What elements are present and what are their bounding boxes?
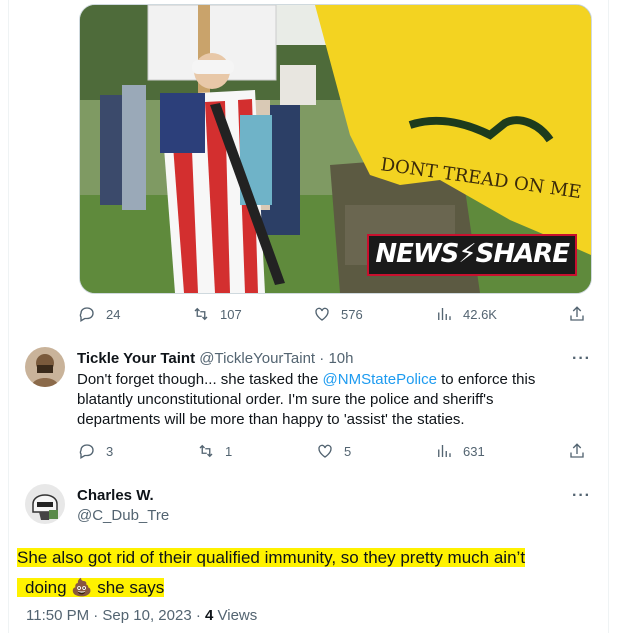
reply-icon: [79, 307, 94, 322]
reply-action-bar: 3 1 5 631: [78, 442, 588, 464]
share-icon: [570, 443, 584, 458]
author-handle[interactable]: @TickleYourTaint: [199, 350, 315, 367]
reply-header: Tickle Your Taint @TickleYourTaint · 10h: [77, 350, 353, 367]
analytics-icon: [438, 308, 451, 320]
author-name[interactable]: Charles W.: [77, 487, 154, 504]
retweet-count: 1: [225, 443, 233, 459]
reply-icon: [79, 444, 94, 459]
views-button[interactable]: 631: [435, 442, 485, 460]
avatar-image: [25, 347, 65, 387]
like-button[interactable]: 5: [316, 442, 351, 460]
share-icon: [570, 306, 584, 321]
reply-text-part1: Don't forget though... she tasked the: [77, 371, 323, 388]
dot-separator: ·: [319, 350, 325, 367]
author-handle[interactable]: @C_Dub_Tre: [77, 507, 169, 524]
tweet-text-word-doing: doing: [25, 578, 72, 597]
avatar-tickle[interactable]: [25, 347, 65, 387]
mention-link[interactable]: @NMStatePolice: [323, 371, 437, 388]
heart-icon: [315, 307, 329, 321]
like-button[interactable]: 576: [313, 305, 363, 323]
main-tweet-text: She also got rid of their qualified immu…: [17, 543, 577, 603]
retweet-button[interactable]: 1: [197, 442, 232, 460]
reply-button[interactable]: 24: [78, 305, 120, 323]
retweet-icon: [199, 444, 213, 458]
heart-icon: [318, 444, 332, 458]
share-button[interactable]: [568, 442, 586, 460]
more-options-button[interactable]: ···: [572, 487, 591, 505]
timestamp[interactable]: 10h: [328, 350, 353, 367]
tweet-media-image[interactable]: DONT TREAD ON ME NEWS⚡SHARE: [79, 4, 592, 294]
reply-button[interactable]: 3: [78, 442, 113, 460]
tweet-text-says: she says: [92, 578, 165, 597]
share-button[interactable]: [568, 305, 586, 323]
reply-text: Don't forget though... she tasked the @N…: [77, 370, 577, 430]
retweet-count: 107: [220, 306, 242, 322]
main-author-name-row: Charles W.: [77, 487, 154, 504]
views-count: 631: [463, 443, 485, 459]
more-options-button[interactable]: ···: [572, 350, 591, 368]
retweet-button[interactable]: 107: [192, 305, 242, 323]
tweet-metadata: 11:50 PM · Sep 10, 2023 · 4 Views: [26, 607, 257, 624]
views-label: Views: [213, 607, 258, 624]
views-button[interactable]: 42.6K: [435, 305, 497, 323]
tweet-text-line1: She also got rid of their qualified immu…: [17, 548, 526, 567]
reply-count: 24: [106, 306, 121, 322]
tweet-action-bar: 24 107 576 42.6K: [78, 305, 588, 327]
analytics-icon: [438, 445, 451, 457]
like-count: 5: [344, 443, 352, 459]
like-count: 576: [341, 306, 363, 322]
views-count: 42.6K: [463, 306, 497, 322]
newsshare-watermark: NEWS⚡SHARE: [367, 234, 577, 276]
reply-count: 3: [106, 443, 114, 459]
post-timestamp[interactable]: 11:50 PM · Sep 10, 2023 ·: [26, 607, 205, 624]
tweet-text-line2: doing 💩 she says: [17, 578, 165, 597]
avatar-charles[interactable]: [25, 484, 65, 524]
retweet-icon: [194, 307, 208, 321]
author-name[interactable]: Tickle Your Taint: [77, 350, 195, 367]
avatar-image: [25, 484, 65, 524]
poop-emoji-icon: 💩: [71, 578, 93, 597]
